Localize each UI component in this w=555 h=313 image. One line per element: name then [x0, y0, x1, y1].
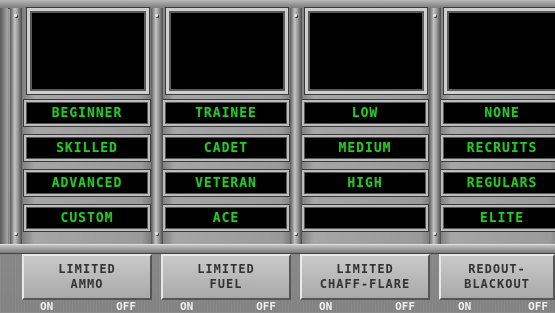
button-label-line1: LIMITED [197, 262, 255, 276]
divider-bar [10, 8, 22, 244]
toggle-redout-blackout[interactable]: ON OFF [458, 300, 548, 313]
option-2-4[interactable]: ACE [163, 205, 289, 231]
option-2-1[interactable]: TRAINEE [163, 100, 289, 126]
button-label-line2: BLACKOUT [464, 277, 530, 291]
button-label-line2: AMMO [70, 277, 104, 291]
option-4-1[interactable]: NONE [441, 100, 555, 126]
toggle-off-label[interactable]: OFF [116, 300, 136, 313]
option-3-3[interactable]: HIGH [302, 170, 428, 196]
option-1-3[interactable]: ADVANCED [24, 170, 150, 196]
limited-ammo-button[interactable]: LIMITED AMMO [22, 254, 152, 300]
divider-bar [151, 8, 163, 244]
toggle-fuel[interactable]: ON OFF [180, 300, 276, 313]
option-3-4[interactable] [302, 205, 428, 231]
button-label-line1: REDOUT- [468, 262, 526, 276]
option-1-4[interactable]: CUSTOM [24, 205, 150, 231]
toggle-on-label[interactable]: ON [458, 300, 471, 313]
option-4-4[interactable]: ELITE [441, 205, 555, 231]
toggle-on-label[interactable]: ON [319, 300, 332, 313]
rivet-icon [433, 14, 436, 17]
monitor-screen-2 [166, 8, 288, 94]
option-2-2[interactable]: CADET [163, 135, 289, 161]
button-label-line2: FUEL [209, 277, 243, 291]
option-4-2[interactable]: RECRUITS [441, 135, 555, 161]
option-2-3[interactable]: VETERAN [163, 170, 289, 196]
option-3-2[interactable]: MEDIUM [302, 135, 428, 161]
rivet-icon [294, 232, 297, 235]
bottom-rail [0, 244, 555, 254]
button-label-line1: LIMITED [58, 262, 116, 276]
rivet-icon [294, 14, 297, 17]
rivet-icon [433, 232, 436, 235]
option-4-3[interactable]: REGULARS [441, 170, 555, 196]
rivet-icon [14, 14, 17, 17]
toggle-on-label[interactable]: ON [40, 300, 53, 313]
toggle-off-label[interactable]: OFF [528, 300, 548, 313]
monitor-screen-3 [305, 8, 427, 94]
monitor-screen-4 [444, 8, 555, 94]
option-1-2[interactable]: SKILLED [24, 135, 150, 161]
button-label-line2: CHAFF-FLARE [319, 277, 411, 291]
divider-bar [290, 8, 302, 244]
option-1-1[interactable]: BEGINNER [24, 100, 150, 126]
toggle-off-label[interactable]: OFF [395, 300, 415, 313]
monitor-screen-1 [27, 8, 149, 94]
toggle-chaff-flare[interactable]: ON OFF [319, 300, 415, 313]
divider-bar [429, 8, 441, 244]
rivet-icon [155, 14, 158, 17]
toggle-ammo[interactable]: ON OFF [40, 300, 136, 313]
limited-chaff-flare-button[interactable]: LIMITED CHAFF-FLARE [300, 254, 430, 300]
button-label-line1: LIMITED [336, 262, 394, 276]
redout-blackout-button[interactable]: REDOUT- BLACKOUT [439, 254, 555, 300]
limited-fuel-button[interactable]: LIMITED FUEL [161, 254, 291, 300]
rivet-icon [14, 232, 17, 235]
toggle-on-label[interactable]: ON [180, 300, 193, 313]
option-3-1[interactable]: LOW [302, 100, 428, 126]
rivet-icon [155, 232, 158, 235]
left-edge-bar [0, 8, 8, 244]
toggle-off-label[interactable]: OFF [256, 300, 276, 313]
